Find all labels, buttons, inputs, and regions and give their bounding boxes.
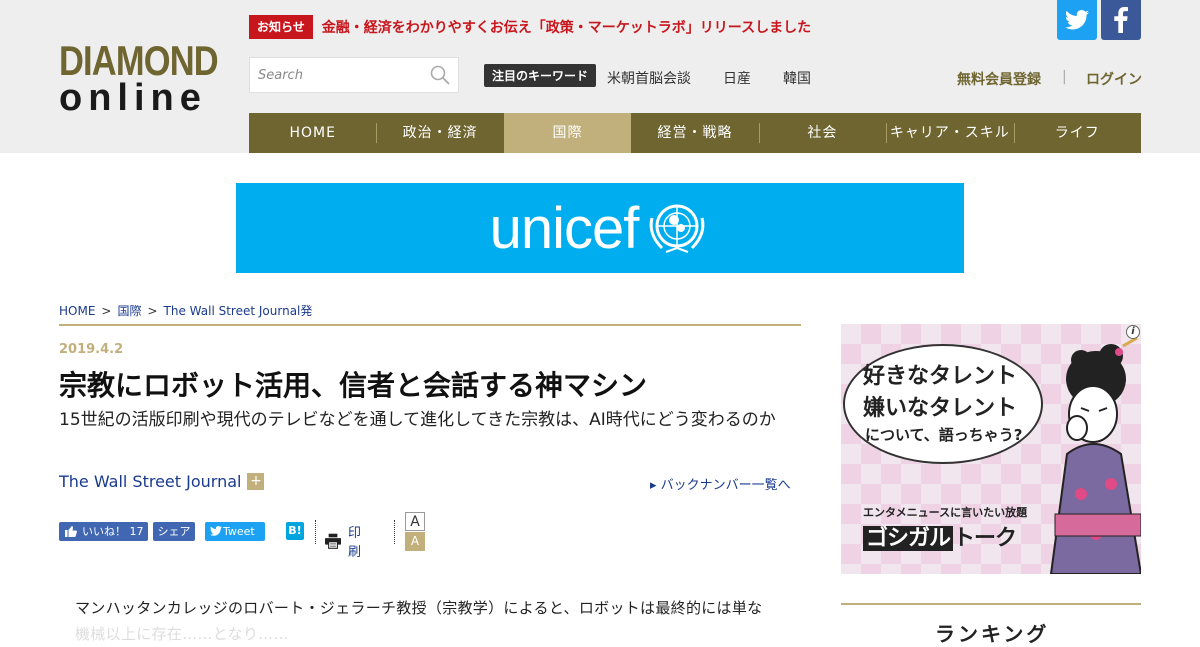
- body-paragraph-continued: 機械以上に存在……となり……: [75, 625, 289, 643]
- toolbar-divider: [315, 520, 316, 544]
- keyword-link[interactable]: 日産: [723, 68, 751, 88]
- thumbs-up-icon: [65, 526, 77, 537]
- body-paragraph: マンハッタンカレッジのロバート・ジェラーチ教授（宗教学）によると、ロボットは最終…: [75, 599, 763, 617]
- login-link[interactable]: ログイン: [1086, 69, 1142, 89]
- facebook-share-button[interactable]: シェア: [153, 522, 195, 541]
- nav-item-politics-economy[interactable]: 政治・経済: [376, 113, 503, 153]
- toolbar-divider: [394, 520, 395, 544]
- nav-item-career[interactable]: キャリア・スキル: [886, 113, 1013, 153]
- site-logo[interactable]: DIAMOND online: [59, 37, 223, 119]
- tweet-label: Tweet: [223, 525, 255, 538]
- back-numbers-link[interactable]: ▸ バックナンバー一覧へ: [650, 474, 791, 493]
- site-header: DIAMOND online お知らせ 金融・経済をわかりやすくお伝え「政策・マ…: [0, 0, 1200, 153]
- like-count: 17: [129, 525, 144, 538]
- breadcrumb-separator: >: [101, 304, 112, 318]
- nav-item-life[interactable]: ライフ: [1013, 113, 1141, 153]
- unicef-banner-ad[interactable]: unicef: [236, 183, 964, 273]
- font-size-large-button[interactable]: A: [405, 512, 425, 531]
- ad-headline-1: 好きなタレント: [863, 364, 1018, 389]
- twitter-icon: [1065, 10, 1089, 30]
- keyword-link[interactable]: 韓国: [783, 68, 811, 88]
- ad-brand: ゴシガル トーク: [863, 520, 1017, 552]
- author-name[interactable]: The Wall Street Journal: [59, 472, 241, 491]
- keyword-link[interactable]: 米朝首脳会談: [607, 68, 691, 88]
- sidebar-ad[interactable]: 好きなタレント 嫌いなタレント について、語っちゃう? エンタメニュースに言いた…: [841, 324, 1141, 574]
- printer-icon: [325, 533, 342, 549]
- banner-text: unicef: [489, 195, 640, 261]
- logo-line2: online: [59, 77, 207, 119]
- article-subtitle: 15世紀の活版印刷や現代のテレビなどを通して進化してきた宗教は、AI時代にどう変…: [59, 410, 776, 430]
- twitter-button[interactable]: [1057, 0, 1097, 40]
- breadcrumb-international[interactable]: 国際: [117, 304, 141, 318]
- nav-item-home[interactable]: HOME: [249, 113, 376, 153]
- search-icon[interactable]: [430, 65, 450, 85]
- twitter-bird-icon: [210, 526, 222, 536]
- ad-headline-3: について、語っちゃう?: [865, 426, 1023, 444]
- nav-item-society[interactable]: 社会: [758, 113, 886, 153]
- search-input[interactable]: Search: [258, 68, 303, 83]
- ad-headline-2: 嫌いなタレント: [863, 396, 1018, 421]
- follow-author-button[interactable]: +: [247, 473, 265, 490]
- facebook-like-button[interactable]: いいね！ 17: [59, 522, 148, 541]
- print-label: 印刷: [348, 526, 362, 560]
- nav-item-international[interactable]: 国際: [503, 113, 632, 153]
- article-body: マンハッタンカレッジのロバート・ジェラーチ教授（宗教学）によると、ロボットは最終…: [75, 595, 805, 647]
- facebook-icon: [1114, 7, 1128, 33]
- unicef-emblem-icon: [650, 204, 705, 253]
- hatena-bookmark-button[interactable]: B!: [286, 522, 304, 540]
- register-link[interactable]: 無料会員登録: [957, 69, 1041, 89]
- font-size-small-button[interactable]: A: [405, 532, 425, 551]
- ad-brand-inverted: ゴシガル: [863, 526, 954, 551]
- ad-brand-rest: トーク: [953, 526, 1017, 551]
- ad-tagline: エンタメニュースに言いたい放題: [863, 506, 1028, 519]
- search-box[interactable]: Search: [249, 57, 459, 93]
- print-button[interactable]: 印刷: [325, 522, 367, 560]
- ranking-divider: [841, 603, 1141, 605]
- ad-info-icon[interactable]: i: [1126, 325, 1140, 339]
- like-label: いいね！: [82, 525, 126, 538]
- notice-message[interactable]: 金融・経済をわかりやすくお伝え「政策・マーケットラボ」リリースしました: [322, 17, 811, 37]
- logo-line1: DIAMOND: [59, 37, 219, 84]
- divider: [59, 324, 801, 326]
- breadcrumb-wsj[interactable]: The Wall Street Journal発: [164, 304, 313, 318]
- notice-tag: お知らせ: [249, 15, 313, 39]
- article-author[interactable]: The Wall Street Journal +: [59, 472, 265, 491]
- nav-item-management[interactable]: 経営・戦略: [631, 113, 758, 153]
- tweet-button[interactable]: Tweet: [205, 522, 265, 541]
- keyword-label: 注目のキーワード: [484, 64, 597, 87]
- article-title: 宗教にロボット活用、信者と会話する神マシン: [59, 369, 648, 402]
- breadcrumb-separator: >: [147, 304, 158, 318]
- breadcrumb-home[interactable]: HOME: [59, 304, 95, 318]
- account-separator: |: [1062, 69, 1067, 85]
- article-date: 2019.4.2: [59, 342, 124, 357]
- geisha-illustration-icon: [1049, 336, 1141, 574]
- ranking-heading: ランキング: [935, 622, 1050, 646]
- facebook-button[interactable]: [1101, 0, 1141, 40]
- breadcrumb: HOME > 国際 > The Wall Street Journal発: [59, 302, 312, 319]
- main-nav: HOME 政治・経済 国際 経営・戦略 社会 キャリア・スキル ライフ: [249, 113, 1141, 153]
- notice-bar[interactable]: お知らせ 金融・経済をわかりやすくお伝え「政策・マーケットラボ」リリースしました: [249, 15, 811, 39]
